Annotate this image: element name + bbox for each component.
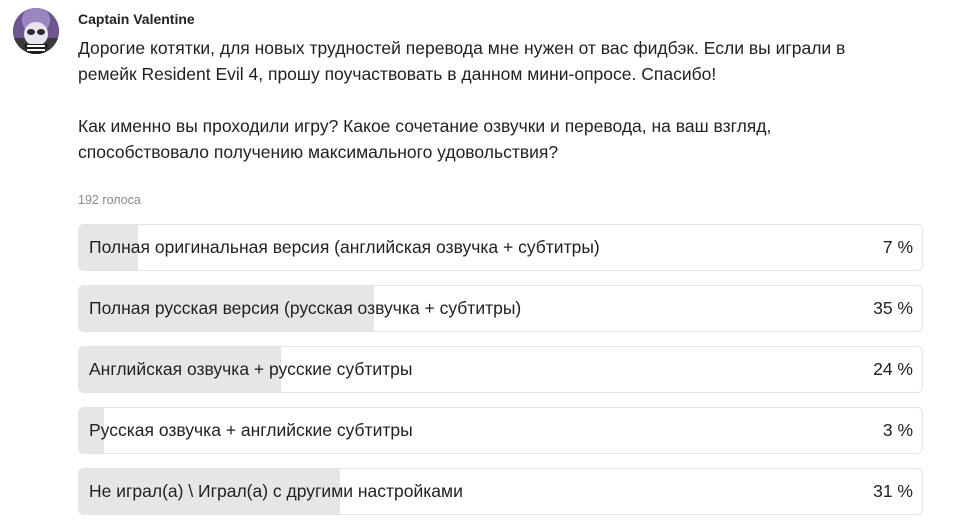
poll-option-label: Полная русская версия (русская озвучка +… (89, 298, 522, 318)
post-paragraph: Дорогие котятки, для новых трудностей пе… (78, 38, 846, 84)
poll-option-label: Полная оригинальная версия (английская о… (89, 237, 600, 257)
poll-option-percent: 3 % (882, 420, 913, 440)
poll-option-label: Русская озвучка + английские субтитры (89, 420, 413, 440)
avatar[interactable] (13, 8, 59, 54)
poll-option[interactable]: Полная русская версия (русская озвучка +… (78, 285, 923, 332)
poll-option-label: Английская озвучка + русские субтитры (89, 359, 413, 379)
poll-option-percent: 7 % (882, 237, 913, 257)
poll-option[interactable]: Русская озвучка + английские субтитры 3 … (78, 407, 923, 454)
poll-option-percent: 24 % (873, 359, 913, 379)
poll-option[interactable]: Не играл(а) \ Играл(а) с другими настрой… (78, 468, 923, 515)
avatar-image (13, 8, 59, 54)
post-text: Дорогие котятки, для новых трудностей пе… (78, 35, 948, 165)
poll-option-label: Не играл(а) \ Играл(а) с другими настрой… (89, 481, 463, 501)
poll: Полная оригинальная версия (английская о… (78, 224, 923, 529)
author-name[interactable]: Captain Valentine (78, 11, 195, 27)
poll-option-percent: 31 % (873, 481, 913, 501)
poll-option[interactable]: Английская озвучка + русские субтитры 24… (78, 346, 923, 393)
poll-option[interactable]: Полная оригинальная версия (английская о… (78, 224, 923, 271)
post-paragraph: Как именно вы проходили игру? Какое соче… (78, 116, 772, 162)
poll-option-percent: 35 % (873, 298, 913, 318)
poll-vote-count: 192 голоса (78, 193, 141, 207)
